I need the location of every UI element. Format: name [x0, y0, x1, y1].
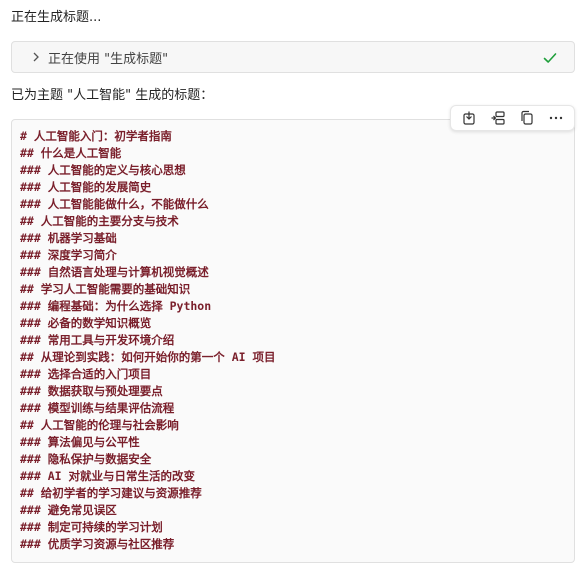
- copy-icon[interactable]: [516, 107, 538, 129]
- insert-icon[interactable]: [458, 107, 480, 129]
- code-line: ### 制定可持续的学习计划: [20, 520, 163, 534]
- code-line: ### 深度学习简介: [20, 248, 117, 262]
- code-line: ## 什么是人工智能: [20, 146, 122, 160]
- split-icon[interactable]: [487, 107, 509, 129]
- code-line: ## 学习人工智能需要的基础知识: [20, 282, 191, 296]
- code-line: ### 自然语言处理与计算机视觉概述: [20, 265, 209, 279]
- result-intro-text: 已为主题 "人工智能" 生成的标题：: [11, 88, 214, 103]
- code-line: ### 优质学习资源与社区推荐: [20, 537, 175, 551]
- code-line: ### AI 对就业与日常生活的改变: [20, 469, 195, 483]
- code-line: ### 人工智能的发展简史: [20, 180, 152, 194]
- code-line: ### 人工智能能做什么，不能做什么: [20, 197, 209, 211]
- code-line: ## 人工智能的主要分支与技术: [20, 214, 179, 228]
- code-block[interactable]: # 人工智能入门：初学者指南 ## 什么是人工智能 ### 人工智能的定义与核心思想…: [11, 119, 575, 563]
- code-line: ### 算法偏见与公平性: [20, 435, 140, 449]
- code-line: ## 人工智能的伦理与社会影响: [20, 418, 179, 432]
- code-line: ### 隐私保护与数据安全: [20, 452, 152, 466]
- code-line: ### 避免常见误区: [20, 503, 117, 517]
- code-line: ### 机器学习基础: [20, 231, 117, 245]
- chevron-right-icon[interactable]: [30, 51, 42, 63]
- code-line: ### 编程基础：为什么选择 Python: [20, 299, 212, 313]
- checkmark-icon: [542, 50, 558, 66]
- code-toolbar: [450, 105, 575, 131]
- code-line: ### 数据获取与预处理要点: [20, 384, 163, 398]
- code-line: ### 模型训练与结果评估流程: [20, 401, 175, 415]
- generating-status-text: 正在生成标题...: [11, 10, 102, 25]
- code-line: ### 选择合适的入门项目: [20, 367, 152, 381]
- code-line: ### 人工智能的定义与核心思想: [20, 163, 186, 177]
- code-lines: # 人工智能入门：初学者指南 ## 什么是人工智能 ### 人工智能的定义与核心思想…: [20, 128, 574, 553]
- code-line: ## 从理论到实践：如何开始你的第一个 AI 项目: [20, 350, 276, 364]
- tool-call-panel[interactable]: 正在使用 "生成标题": [11, 41, 575, 73]
- code-line: ## 给初学者的学习建议与资源推荐: [20, 486, 202, 500]
- code-line: ### 必备的数学知识概览: [20, 316, 152, 330]
- more-icon[interactable]: [545, 107, 567, 129]
- tool-call-label: 正在使用 "生成标题": [48, 51, 169, 67]
- code-line: ### 常用工具与开发环境介绍: [20, 333, 175, 347]
